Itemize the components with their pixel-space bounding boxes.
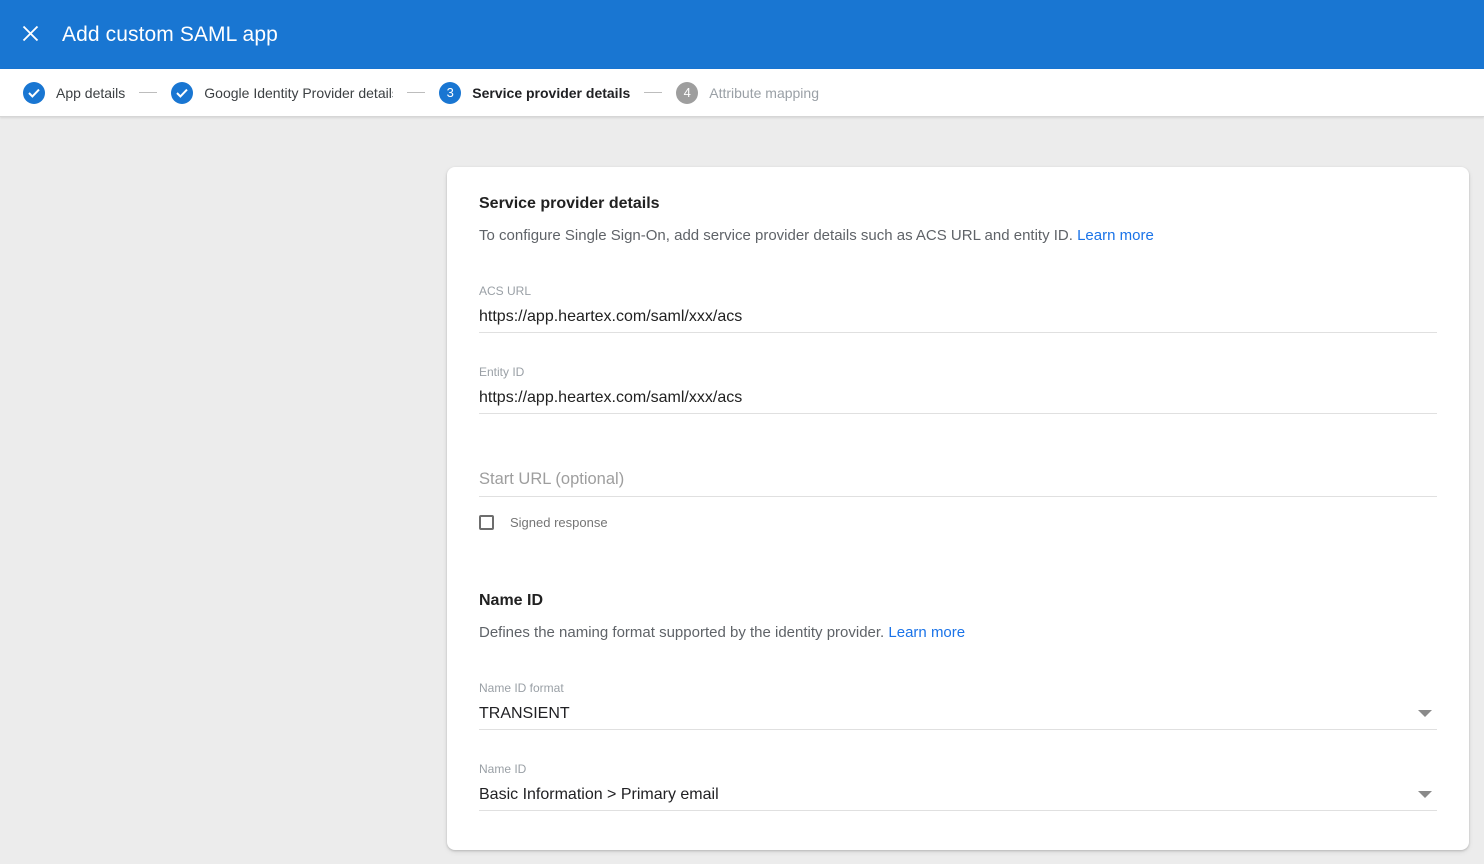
step-google-idp-details[interactable]: Google Identity Provider details [171,82,393,104]
step-label: Service provider details [472,85,630,101]
close-icon [22,25,39,45]
signed-response-label: Signed response [510,515,608,530]
learn-more-link[interactable]: Learn more [888,624,965,641]
content-area: Service provider details To configure Si… [0,117,1484,864]
name-id-label: Name ID [479,762,1437,776]
stepper: App details Google Identity Provider det… [0,69,1484,117]
close-button[interactable] [10,15,50,55]
step-number-badge: 3 [439,82,461,104]
name-id-format-label: Name ID format [479,681,1437,695]
name-id-select[interactable]: Basic Information > Primary email [479,776,1437,811]
acs-url-input[interactable] [479,298,1437,333]
acs-url-label: ACS URL [479,284,1437,298]
name-id-format-value: TRANSIENT [479,705,570,722]
step-complete-icon [23,82,45,104]
start-url-field-group [479,470,1437,497]
dropdown-arrow-icon [1418,791,1432,798]
section-heading-name-id: Name ID [479,592,1437,610]
section-description-text: Defines the naming format supported by t… [479,624,884,641]
name-id-value: Basic Information > Primary email [479,786,719,803]
name-id-format-field-group: Name ID format TRANSIENT [479,681,1437,730]
step-complete-icon [171,82,193,104]
signed-response-row: Signed response [479,515,1437,530]
step-attribute-mapping: 4 Attribute mapping [676,82,819,104]
step-number-badge: 4 [676,82,698,104]
dropdown-arrow-icon [1418,710,1432,717]
section-heading-service-provider: Service provider details [479,195,1437,213]
appbar: Add custom SAML app [0,0,1484,69]
learn-more-link[interactable]: Learn more [1077,227,1154,244]
service-provider-card: Service provider details To configure Si… [447,167,1469,850]
name-id-section: Name ID Defines the naming format suppor… [479,592,1437,811]
step-separator [407,92,425,93]
step-separator [644,92,662,93]
name-id-field-group: Name ID Basic Information > Primary emai… [479,762,1437,811]
step-label: Attribute mapping [709,85,819,101]
section-description-text: To configure Single Sign-On, add service… [479,227,1073,244]
step-label: Google Identity Provider details [204,85,393,101]
dialog-title: Add custom SAML app [62,23,278,47]
step-service-provider-details[interactable]: 3 Service provider details [439,82,630,104]
entity-id-label: Entity ID [479,365,1437,379]
step-app-details[interactable]: App details [23,82,125,104]
signed-response-checkbox[interactable] [479,515,494,530]
section-description: To configure Single Sign-On, add service… [479,227,1437,244]
acs-url-field-group: ACS URL [479,284,1437,333]
step-separator [139,92,157,93]
start-url-input[interactable] [479,470,1437,497]
entity-id-field-group: Entity ID [479,365,1437,414]
section-description: Defines the naming format supported by t… [479,624,1437,641]
step-label: App details [56,85,125,101]
entity-id-input[interactable] [479,379,1437,414]
name-id-format-select[interactable]: TRANSIENT [479,695,1437,730]
